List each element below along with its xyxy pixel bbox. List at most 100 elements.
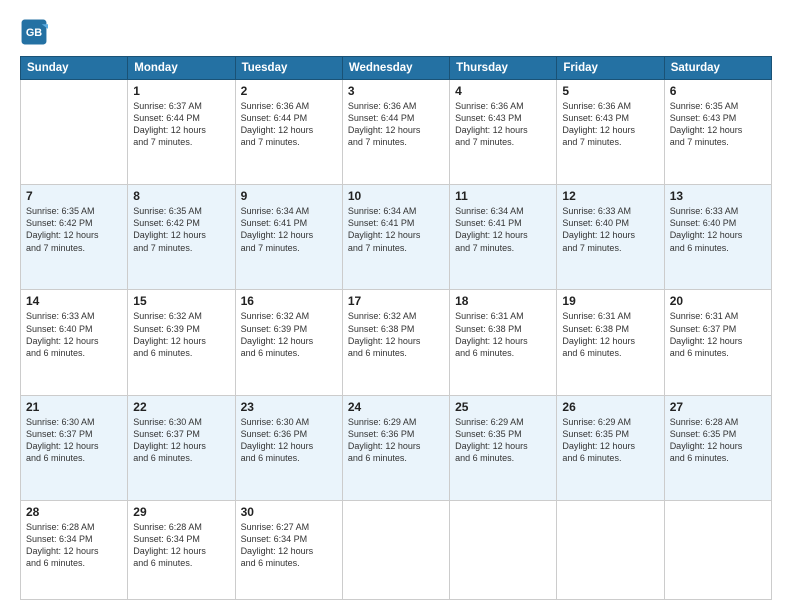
- calendar-cell: 7Sunrise: 6:35 AM Sunset: 6:42 PM Daylig…: [21, 185, 128, 290]
- calendar-cell: 17 Sunrise: 6:32 AM Sunset: 6:38 PM Dayli…: [342, 290, 449, 395]
- calendar-cell: 9 Sunrise: 6:34 AM Sunset: 6:41 PM Daylig…: [235, 185, 342, 290]
- calendar-cell: 20 Sunrise: 6:31 AM Sunset: 6:37 PM Dayli…: [664, 290, 771, 395]
- header-cell-wednesday: Wednesday: [342, 57, 449, 80]
- day-info: Sunrise: 6:31 AM Sunset: 6:38 PM Dayligh…: [455, 310, 551, 359]
- day-info: Sunrise: 6:28 AM Sunset: 6:34 PM Dayligh…: [133, 521, 229, 570]
- day-number: 22: [133, 400, 229, 414]
- day-info: Sunrise: 6:36 AM Sunset: 6:43 PM Dayligh…: [562, 100, 658, 149]
- day-number: 15: [133, 294, 229, 308]
- page: GB SundayMondayTuesdayWednesdayThursdayF…: [0, 0, 792, 612]
- day-info: Sunrise: 6:30 AM Sunset: 6:36 PM Dayligh…: [241, 416, 337, 465]
- svg-text:GB: GB: [26, 27, 42, 39]
- day-info: Sunrise: 6:29 AM Sunset: 6:35 PM Dayligh…: [562, 416, 658, 465]
- day-number: 16: [241, 294, 337, 308]
- day-number: 11: [455, 189, 551, 203]
- calendar-cell: 22 Sunrise: 6:30 AM Sunset: 6:37 PM Dayli…: [128, 395, 235, 500]
- day-number: 20: [670, 294, 766, 308]
- day-info: Sunrise: 6:36 AM Sunset: 6:44 PM Dayligh…: [348, 100, 444, 149]
- day-info: Sunrise: 6:29 AM Sunset: 6:35 PM Dayligh…: [455, 416, 551, 465]
- calendar-cell: 2 Sunrise: 6:36 AM Sunset: 6:44 PM Daylig…: [235, 80, 342, 185]
- header-cell-tuesday: Tuesday: [235, 57, 342, 80]
- day-info: Sunrise: 6:27 AM Sunset: 6:34 PM Dayligh…: [241, 521, 337, 570]
- day-number: 23: [241, 400, 337, 414]
- calendar-cell: 28Sunrise: 6:28 AM Sunset: 6:34 PM Dayli…: [21, 500, 128, 599]
- calendar-table: SundayMondayTuesdayWednesdayThursdayFrid…: [20, 56, 772, 600]
- day-info: Sunrise: 6:36 AM Sunset: 6:43 PM Dayligh…: [455, 100, 551, 149]
- day-number: 12: [562, 189, 658, 203]
- day-info: Sunrise: 6:31 AM Sunset: 6:38 PM Dayligh…: [562, 310, 658, 359]
- day-info: Sunrise: 6:32 AM Sunset: 6:38 PM Dayligh…: [348, 310, 444, 359]
- day-number: 9: [241, 189, 337, 203]
- calendar-cell: 6 Sunrise: 6:35 AM Sunset: 6:43 PM Daylig…: [664, 80, 771, 185]
- calendar-cell: 3 Sunrise: 6:36 AM Sunset: 6:44 PM Daylig…: [342, 80, 449, 185]
- header: GB: [20, 18, 772, 46]
- day-number: 2: [241, 84, 337, 98]
- calendar-cell: 24 Sunrise: 6:29 AM Sunset: 6:36 PM Dayli…: [342, 395, 449, 500]
- day-number: 17: [348, 294, 444, 308]
- week-row-2: 7Sunrise: 6:35 AM Sunset: 6:42 PM Daylig…: [21, 185, 772, 290]
- day-number: 4: [455, 84, 551, 98]
- day-number: 21: [26, 400, 122, 414]
- day-info: Sunrise: 6:32 AM Sunset: 6:39 PM Dayligh…: [133, 310, 229, 359]
- day-number: 30: [241, 505, 337, 519]
- header-cell-thursday: Thursday: [450, 57, 557, 80]
- calendar-cell: [664, 500, 771, 599]
- day-info: Sunrise: 6:34 AM Sunset: 6:41 PM Dayligh…: [348, 205, 444, 254]
- day-number: 13: [670, 189, 766, 203]
- calendar-cell: 21 Sunrise: 6:30 AM Sunset: 6:37 PM Dayli…: [21, 395, 128, 500]
- day-number: 3: [348, 84, 444, 98]
- header-cell-monday: Monday: [128, 57, 235, 80]
- day-info: Sunrise: 6:33 AM Sunset: 6:40 PM Dayligh…: [670, 205, 766, 254]
- calendar-cell: 15 Sunrise: 6:32 AM Sunset: 6:39 PM Dayli…: [128, 290, 235, 395]
- day-number: 24: [348, 400, 444, 414]
- day-info: Sunrise: 6:30 AM Sunset: 6:37 PM Dayligh…: [26, 416, 122, 465]
- day-number: 14: [26, 294, 122, 308]
- calendar-cell: [342, 500, 449, 599]
- day-number: 1: [133, 84, 229, 98]
- calendar-cell: 29 Sunrise: 6:28 AM Sunset: 6:34 PM Dayli…: [128, 500, 235, 599]
- day-info: Sunrise: 6:36 AM Sunset: 6:44 PM Dayligh…: [241, 100, 337, 149]
- calendar-cell: 11 Sunrise: 6:34 AM Sunset: 6:41 PM Dayli…: [450, 185, 557, 290]
- header-row: SundayMondayTuesdayWednesdayThursdayFrid…: [21, 57, 772, 80]
- day-info: Sunrise: 6:35 AM Sunset: 6:42 PM Dayligh…: [133, 205, 229, 254]
- day-number: 5: [562, 84, 658, 98]
- calendar-cell: 18Sunrise: 6:31 AM Sunset: 6:38 PM Dayli…: [450, 290, 557, 395]
- calendar-cell: 26 Sunrise: 6:29 AM Sunset: 6:35 PM Dayli…: [557, 395, 664, 500]
- calendar-cell: 13 Sunrise: 6:33 AM Sunset: 6:40 PM Dayli…: [664, 185, 771, 290]
- day-number: 26: [562, 400, 658, 414]
- day-info: Sunrise: 6:34 AM Sunset: 6:41 PM Dayligh…: [241, 205, 337, 254]
- calendar-cell: 19 Sunrise: 6:31 AM Sunset: 6:38 PM Dayli…: [557, 290, 664, 395]
- logo: GB: [20, 18, 52, 46]
- calendar-cell: 10 Sunrise: 6:34 AM Sunset: 6:41 PM Dayli…: [342, 185, 449, 290]
- day-number: 29: [133, 505, 229, 519]
- day-info: Sunrise: 6:31 AM Sunset: 6:37 PM Dayligh…: [670, 310, 766, 359]
- week-row-3: 14Sunrise: 6:33 AM Sunset: 6:40 PM Dayli…: [21, 290, 772, 395]
- day-number: 25: [455, 400, 551, 414]
- week-row-1: 1Sunrise: 6:37 AM Sunset: 6:44 PM Daylig…: [21, 80, 772, 185]
- day-number: 27: [670, 400, 766, 414]
- calendar-cell: 14Sunrise: 6:33 AM Sunset: 6:40 PM Dayli…: [21, 290, 128, 395]
- day-info: Sunrise: 6:28 AM Sunset: 6:35 PM Dayligh…: [670, 416, 766, 465]
- day-info: Sunrise: 6:35 AM Sunset: 6:42 PM Dayligh…: [26, 205, 122, 254]
- day-info: Sunrise: 6:32 AM Sunset: 6:39 PM Dayligh…: [241, 310, 337, 359]
- calendar-cell: 12 Sunrise: 6:33 AM Sunset: 6:40 PM Dayli…: [557, 185, 664, 290]
- day-number: 6: [670, 84, 766, 98]
- logo-icon: GB: [20, 18, 48, 46]
- day-number: 19: [562, 294, 658, 308]
- calendar-cell: 1Sunrise: 6:37 AM Sunset: 6:44 PM Daylig…: [128, 80, 235, 185]
- day-info: Sunrise: 6:29 AM Sunset: 6:36 PM Dayligh…: [348, 416, 444, 465]
- day-info: Sunrise: 6:34 AM Sunset: 6:41 PM Dayligh…: [455, 205, 551, 254]
- header-cell-friday: Friday: [557, 57, 664, 80]
- week-row-4: 21 Sunrise: 6:30 AM Sunset: 6:37 PM Dayli…: [21, 395, 772, 500]
- calendar-cell: 25 Sunrise: 6:29 AM Sunset: 6:35 PM Dayli…: [450, 395, 557, 500]
- calendar-cell: [21, 80, 128, 185]
- calendar-cell: [557, 500, 664, 599]
- day-info: Sunrise: 6:30 AM Sunset: 6:37 PM Dayligh…: [133, 416, 229, 465]
- calendar-cell: 27 Sunrise: 6:28 AM Sunset: 6:35 PM Dayli…: [664, 395, 771, 500]
- header-cell-saturday: Saturday: [664, 57, 771, 80]
- day-info: Sunrise: 6:35 AM Sunset: 6:43 PM Dayligh…: [670, 100, 766, 149]
- day-number: 10: [348, 189, 444, 203]
- calendar-cell: 23 Sunrise: 6:30 AM Sunset: 6:36 PM Dayli…: [235, 395, 342, 500]
- day-info: Sunrise: 6:33 AM Sunset: 6:40 PM Dayligh…: [562, 205, 658, 254]
- week-row-5: 28Sunrise: 6:28 AM Sunset: 6:34 PM Dayli…: [21, 500, 772, 599]
